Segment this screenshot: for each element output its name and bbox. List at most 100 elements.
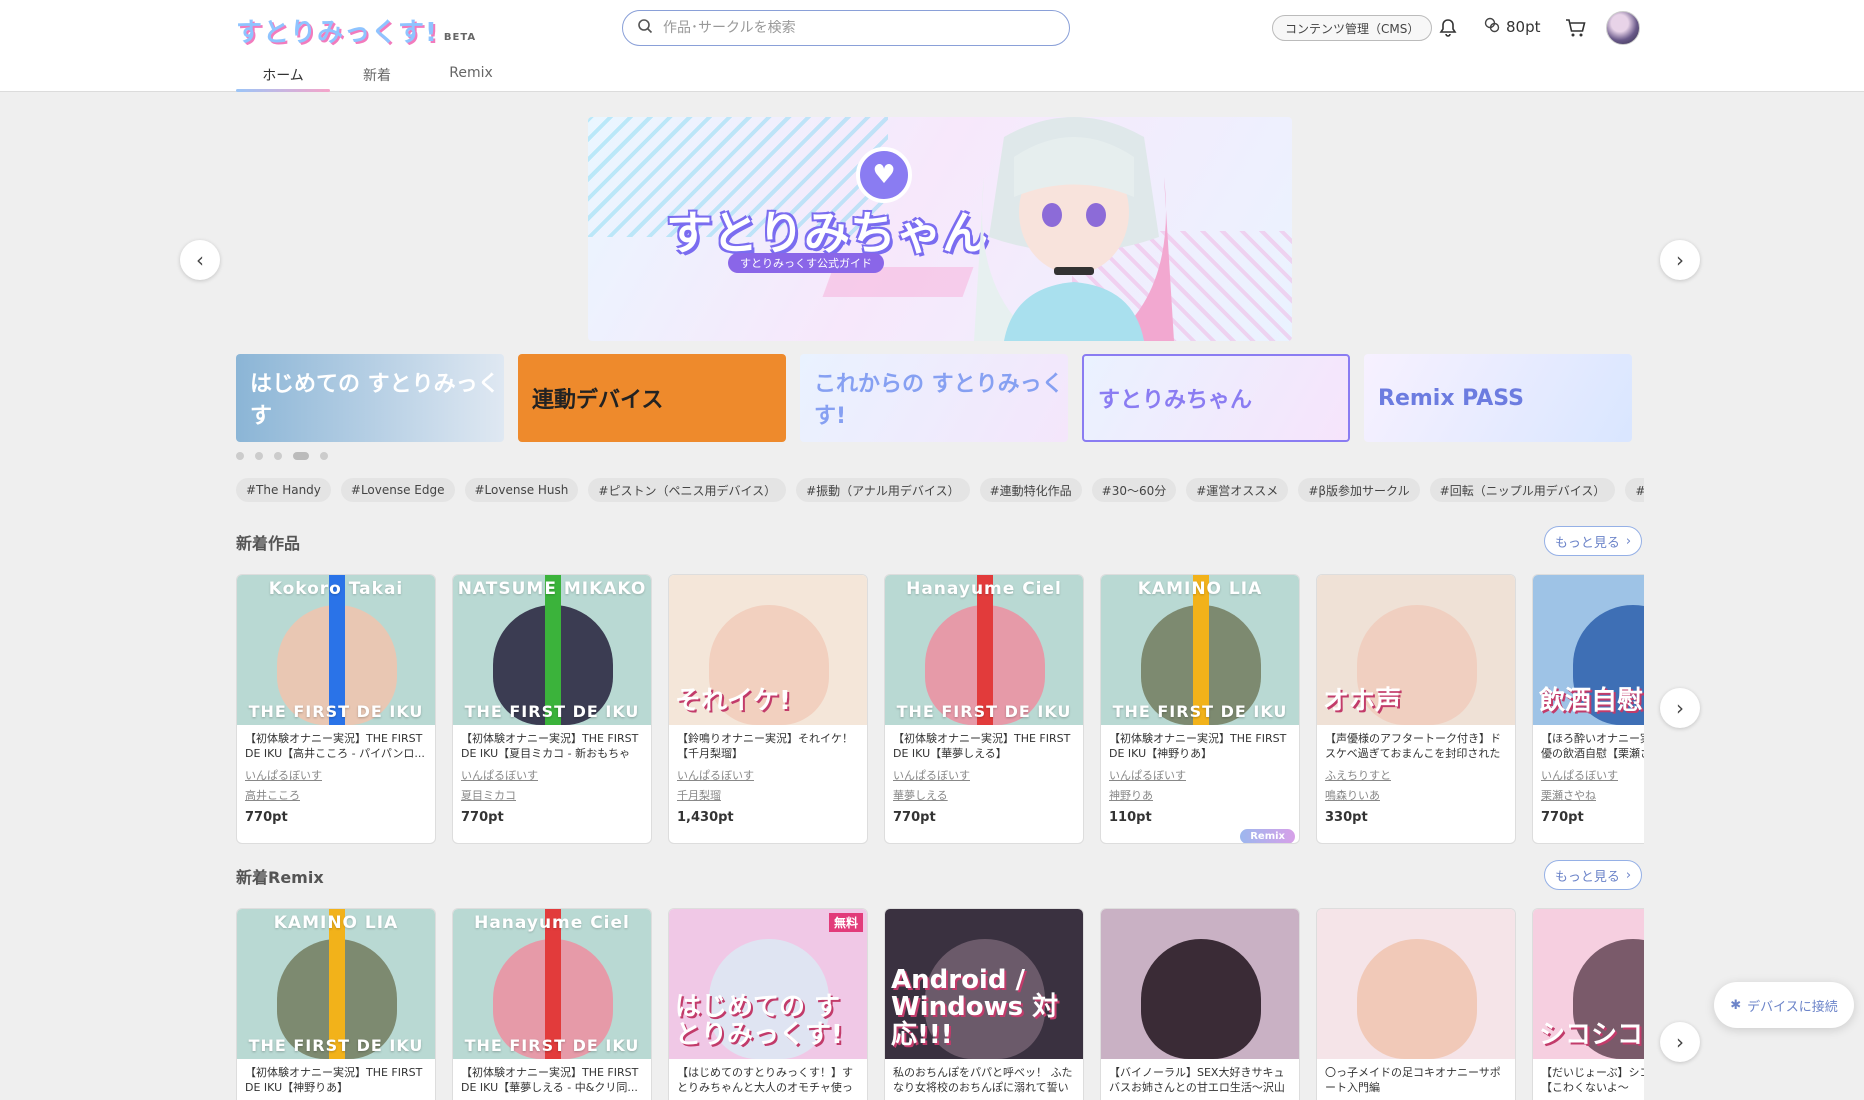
work-title[interactable]: 【バイノーラル】SEX大好きサキュバスお姉さんとの甘エロ生活〜沢山搾り... bbox=[1101, 1059, 1299, 1095]
work-card[interactable]: 【バイノーラル】SEX大好きサキュバスお姉さんとの甘エロ生活〜沢山搾り... bbox=[1100, 908, 1300, 1100]
banner-thumb[interactable]: Remix PASS bbox=[1364, 354, 1632, 442]
tab-home[interactable]: ホーム bbox=[236, 60, 330, 92]
work-title[interactable]: 私のおちんぽをパパと呼べッ！ ふたなり女将校のおちんぽに溺れて誓いの... bbox=[885, 1059, 1083, 1095]
work-card[interactable]: KAMINO LIA THE FIRST DE IKU 【初体験オナニー実況】THE… bbox=[1100, 574, 1300, 844]
tag-chip[interactable]: #Lovense Edge bbox=[340, 478, 455, 502]
search-box[interactable] bbox=[622, 10, 1070, 46]
thumbnail-name: KAMINO LIA bbox=[1137, 579, 1263, 599]
work-title[interactable]: 【初体験オナニー実況】THE FIRST DE IKU【華夢しえる】 bbox=[885, 725, 1083, 761]
tag-chip[interactable]: #振動（ニップル用デバイス） bbox=[1625, 478, 1644, 502]
cms-button[interactable]: コンテンツ管理（CMS） bbox=[1272, 15, 1433, 41]
connect-device-button[interactable]: ✱ デバイスに接続 bbox=[1714, 982, 1854, 1028]
thumbnail-name: NATSUME MIKAKO bbox=[457, 579, 647, 599]
points-display[interactable]: 80pt bbox=[1484, 17, 1541, 37]
work-title[interactable]: 【初体験オナニー実況】THE FIRST DE IKU【神野りあ】 bbox=[1101, 725, 1299, 761]
tag-chip[interactable]: #振動（アナル用デバイス） bbox=[796, 478, 970, 502]
search-input[interactable] bbox=[663, 20, 1043, 36]
work-thumbnail: はじめての すとりみっくす! 無料 bbox=[669, 909, 867, 1059]
work-card[interactable]: 飲酒自慰【ほろ酔いオナニー実況】とある声優の飲酒自慰【栗瀬さやね】いんぱるぼいす… bbox=[1532, 574, 1644, 844]
circle-link[interactable]: いんぱるぼいす bbox=[885, 767, 1083, 781]
carousel-dot[interactable] bbox=[236, 452, 244, 460]
new-works-list: Kokoro Takai THE FIRST DE IKU 【初体験オナニー実況】T… bbox=[236, 574, 1644, 844]
carousel-dot[interactable] bbox=[255, 452, 263, 460]
work-title[interactable]: 【初体験オナニー実況】THE FIRST DE IKU【高井こころ - パイパン… bbox=[237, 725, 435, 761]
voice-actor-link[interactable]: 華夢しえる bbox=[885, 787, 1083, 801]
work-card[interactable]: オホ声【声優様のアフタートーク付き】ドスケベ過ぎておまんこを封印された「のじゃ.… bbox=[1316, 574, 1516, 844]
circle-link[interactable]: いんぱるぼいす bbox=[453, 767, 651, 781]
chat-bubble-icon: ♥ bbox=[856, 147, 912, 203]
bell-icon[interactable] bbox=[1436, 16, 1460, 40]
work-card[interactable]: Android / Windows 対応!!! 私のおちんぽをパパと呼べッ！ ふた… bbox=[884, 908, 1084, 1100]
circle-link[interactable]: いんぱるぼいす bbox=[237, 767, 435, 781]
work-title[interactable]: 【ほろ酔いオナニー実況】とある声優の飲酒自慰【栗瀬さやね】 bbox=[1533, 725, 1644, 761]
hero-prev-arrow[interactable]: ‹ bbox=[180, 240, 220, 280]
thumbnail-name: KAMINO LIA bbox=[273, 913, 399, 933]
tag-chip[interactable]: #連動特化作品 bbox=[979, 478, 1082, 502]
work-price: 770pt bbox=[461, 810, 504, 825]
thumbnail-name: Hanayume Ciel bbox=[474, 913, 630, 933]
work-title[interactable]: 【初体験オナニー実況】THE FIRST DE IKU【神野りあ】 bbox=[237, 1059, 435, 1095]
voice-actor-link[interactable]: 鳴森りいあ bbox=[1317, 787, 1515, 801]
work-card[interactable]: Kokoro Takai THE FIRST DE IKU 【初体験オナニー実況】T… bbox=[236, 574, 436, 844]
circle-link[interactable]: ふえちりすと bbox=[1317, 767, 1515, 781]
tag-chip[interactable]: #Lovense Hush bbox=[464, 478, 579, 502]
banner-thumb[interactable]: はじめての すとりみっくす bbox=[236, 354, 504, 442]
tag-chip[interactable]: #30〜60分 bbox=[1091, 478, 1177, 502]
work-card[interactable]: Hanayume Ciel THE FIRST DE IKU 【初体験オナニー実況】… bbox=[884, 574, 1084, 844]
thumbnail-name: Hanayume Ciel bbox=[906, 579, 1062, 599]
more-label: もっと見る bbox=[1554, 869, 1620, 885]
carousel-dot[interactable] bbox=[293, 452, 309, 460]
hero-next-arrow[interactable]: › bbox=[1660, 240, 1700, 280]
work-thumbnail: Hanayume Ciel THE FIRST DE IKU bbox=[885, 575, 1083, 725]
circle-link[interactable]: いんぱるぼいす bbox=[1101, 767, 1299, 781]
banner-thumb[interactable]: 連動デバイス bbox=[518, 354, 786, 442]
work-title[interactable]: 【だいじょーぶ】シコシコ音夢編【こわくないよ〜 bbox=[1533, 1059, 1644, 1095]
avatar[interactable] bbox=[1606, 11, 1640, 45]
tag-chip[interactable]: #The Handy bbox=[236, 478, 331, 502]
work-card[interactable]: KAMINO LIA THE FIRST DE IKU 【初体験オナニー実況】THE… bbox=[236, 908, 436, 1100]
remix-next-arrow[interactable]: › bbox=[1660, 1022, 1700, 1062]
work-card[interactable]: それイケ! 【鈴鳴りオナニー実況】それイケ！【千月梨瑠】 いんぱるぼいす 千月梨瑠 1,… bbox=[668, 574, 868, 844]
work-title[interactable]: 【初体験オナニー実況】THE FIRST DE IKU【華夢しえる - 中&クリ… bbox=[453, 1059, 651, 1095]
banner-thumb[interactable]: すとりみちゃん bbox=[1082, 354, 1350, 442]
voice-actor-link[interactable]: 千月梨瑠 bbox=[669, 787, 867, 801]
tag-chip[interactable]: #β版参加サークル bbox=[1298, 478, 1420, 502]
tag-chip[interactable]: #ピストン（ペニス用デバイス） bbox=[588, 478, 787, 502]
carousel-dot[interactable] bbox=[274, 452, 282, 460]
circle-link[interactable]: いんぱるぼいす bbox=[669, 767, 867, 781]
carousel-dot[interactable] bbox=[320, 452, 328, 460]
work-card[interactable]: NATSUME MIKAKO THE FIRST DE IKU 【初体験オナニー実況… bbox=[452, 574, 652, 844]
tag-chip[interactable]: #運営オススメ bbox=[1186, 478, 1289, 502]
work-title[interactable]: 【初体験オナニー実況】THE FIRST DE IKU【夏目ミカコ - 新おもち… bbox=[453, 725, 651, 761]
work-thumbnail: Hanayume Ciel THE FIRST DE IKU bbox=[453, 909, 651, 1059]
section-title-new-works: 新着作品 bbox=[236, 534, 301, 553]
voice-actor-link[interactable]: 神野りあ bbox=[1101, 787, 1299, 801]
work-price: 330pt bbox=[1325, 810, 1368, 825]
work-title[interactable]: 【はじめてのすとりみっくす！】すとりみちゃんと大人のオモチャ使ってみよ♪ bbox=[669, 1059, 867, 1095]
tab-new[interactable]: 新着 bbox=[330, 60, 424, 92]
more-button[interactable]: もっと見る › bbox=[1544, 860, 1642, 890]
banner-thumb[interactable]: これからの すとりみっくす! bbox=[800, 354, 1068, 442]
work-card[interactable]: はじめての すとりみっくす! 無料 【はじめてのすとりみっくす！】すとりみちゃんと大… bbox=[668, 908, 868, 1100]
work-title[interactable]: 〇っ子メイドの足コキオナニーサポート入門編 bbox=[1317, 1059, 1515, 1095]
voice-actor-link[interactable]: 夏目ミカコ bbox=[453, 787, 651, 801]
tag-chip[interactable]: #回転（ニップル用デバイス） bbox=[1429, 478, 1616, 502]
work-card[interactable]: Hanayume Ciel THE FIRST DE IKU 【初体験オナニー実況】… bbox=[452, 908, 652, 1100]
hero-banner[interactable]: ♥ すとりみちゃん すとりみっくす公式ガイド bbox=[588, 117, 1292, 341]
work-card[interactable]: シコシコボイス【だいじょーぶ】シコシコ音夢編【こわくないよ〜 bbox=[1532, 908, 1644, 1100]
work-title[interactable]: 【鈴鳴りオナニー実況】それイケ！【千月梨瑠】 bbox=[669, 725, 867, 761]
logo[interactable]: すとりみっくす! BETA bbox=[236, 12, 476, 49]
thumbnail-series-text: THE FIRST DE IKU bbox=[248, 702, 424, 721]
voice-actor-link[interactable]: 高井こころ bbox=[237, 787, 435, 801]
voice-actor-link[interactable]: 栗瀬さやね bbox=[1533, 787, 1644, 801]
thumbnail-illustration bbox=[1357, 939, 1477, 1059]
works-next-arrow[interactable]: › bbox=[1660, 688, 1700, 728]
tab-remix[interactable]: Remix bbox=[424, 60, 518, 92]
work-title[interactable]: 【声優様のアフタートーク付き】ドスケベ過ぎておまんこを封印された「のじゃ... bbox=[1317, 725, 1515, 761]
header: すとりみっくす! BETA コンテンツ管理（CMS） 80pt ホーム 新着 R… bbox=[0, 0, 1864, 92]
circle-link[interactable]: いんぱるぼいす bbox=[1533, 767, 1644, 781]
work-card[interactable]: 〇っ子メイドの足コキオナニーサポート入門編 bbox=[1316, 908, 1516, 1100]
more-button[interactable]: もっと見る › bbox=[1544, 526, 1642, 556]
thumbnail-name: Kokoro Takai bbox=[268, 579, 404, 599]
cart-icon[interactable] bbox=[1564, 16, 1588, 40]
